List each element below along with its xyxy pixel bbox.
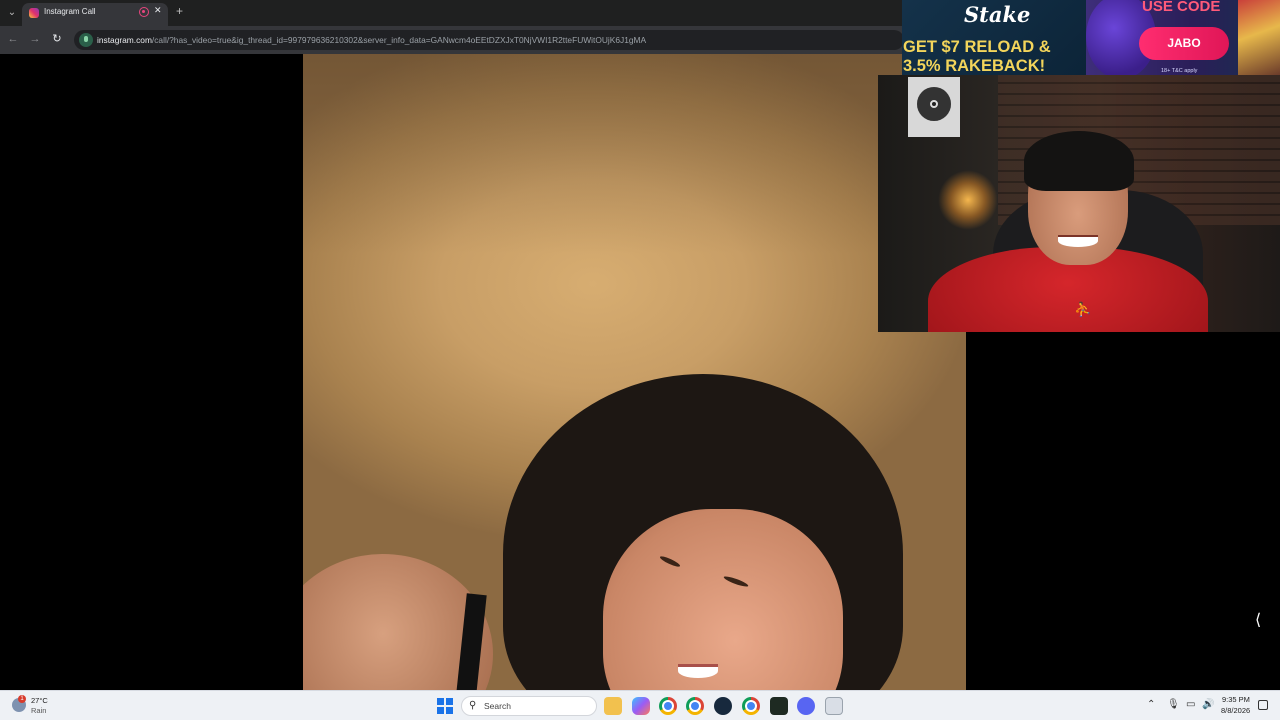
sponsor-banner: Stake GET $7 RELOAD & 3.5% RAKEBACK! USE… bbox=[902, 0, 1280, 75]
close-icon[interactable]: ✕ bbox=[154, 5, 162, 16]
discord-icon[interactable] bbox=[797, 697, 815, 715]
video-person-mouth bbox=[678, 664, 718, 678]
network-icon[interactable]: ▭ bbox=[1186, 699, 1195, 710]
windows-start-icon[interactable] bbox=[437, 698, 453, 714]
streamer-smile bbox=[1058, 235, 1098, 247]
back-arrow-icon[interactable]: ← bbox=[6, 32, 20, 46]
webcam-overlay: ⛹ bbox=[878, 75, 1280, 332]
remote-video-feed[interactable] bbox=[303, 54, 966, 690]
steam-icon[interactable] bbox=[714, 697, 732, 715]
chevron-left-icon[interactable]: ⟨ bbox=[1255, 610, 1261, 630]
chrome-icon[interactable] bbox=[659, 697, 677, 715]
video-wall-shade bbox=[303, 54, 966, 254]
new-tab-button[interactable]: + bbox=[176, 5, 183, 17]
chrome-icon[interactable] bbox=[742, 697, 760, 715]
search-icon: ⚲ bbox=[469, 700, 477, 711]
ad-legal-text: 18+ T&C apply bbox=[1161, 68, 1198, 74]
video-person-face bbox=[603, 509, 843, 690]
vinyl-record-decor bbox=[908, 77, 960, 137]
ad-right-panel: USE CODE JABO 18+ T&C apply bbox=[1086, 0, 1280, 75]
notification-icon[interactable] bbox=[1258, 700, 1268, 710]
address-host: instagram.com bbox=[97, 35, 152, 45]
address-url[interactable]: instagram.com/call/?has_video=true&ig_th… bbox=[97, 35, 646, 45]
address-bar[interactable]: instagram.com/call/?has_video=true&ig_th… bbox=[74, 30, 904, 50]
clock-date[interactable]: 8/8/2026 bbox=[1221, 706, 1250, 715]
forward-arrow-icon[interactable]: → bbox=[28, 32, 42, 46]
reload-icon[interactable]: ↻ bbox=[50, 32, 64, 46]
tab-search-icon[interactable]: ⌄ bbox=[4, 5, 20, 21]
snipping-tool-icon[interactable] bbox=[825, 697, 843, 715]
recording-icon bbox=[139, 7, 149, 17]
ad-headline-line2: 3.5% RAKEBACK! bbox=[903, 57, 1046, 75]
ad-headline: GET $7 RELOAD & 3.5% RAKEBACK! bbox=[903, 38, 1087, 75]
streamer-hair bbox=[1024, 131, 1134, 191]
taskbar: 1 27°C Rain ⚲ Search ⌃ 🎙 ▭ 🔊 9:35 PM 8/8… bbox=[0, 690, 1280, 720]
ad-promo-code: JABO bbox=[1167, 36, 1201, 50]
chrome-icon[interactable] bbox=[686, 697, 704, 715]
file-explorer-icon[interactable] bbox=[604, 697, 622, 715]
taskbar-search-input[interactable]: ⚲ Search bbox=[461, 696, 597, 716]
weather-temperature[interactable]: 27°C bbox=[31, 696, 48, 705]
search-placeholder: Search bbox=[484, 701, 511, 711]
ad-left-panel: Stake GET $7 RELOAD & 3.5% RAKEBACK! bbox=[902, 0, 1086, 75]
clock-time[interactable]: 9:35 PM bbox=[1222, 695, 1250, 704]
weather-badge: 1 bbox=[18, 695, 26, 703]
copilot-icon[interactable] bbox=[632, 697, 650, 715]
weather-description[interactable]: Rain bbox=[31, 706, 46, 715]
address-path: /call/?has_video=true&ig_thread_id=99797… bbox=[151, 35, 647, 45]
webcam-lamp-glow bbox=[938, 170, 998, 230]
ad-headline-line1: GET $7 RELOAD & bbox=[903, 38, 1051, 56]
tab-instagram-call[interactable]: Instagram Call ✕ bbox=[22, 3, 168, 26]
volume-icon[interactable]: 🔊 bbox=[1202, 699, 1214, 710]
instagram-icon bbox=[29, 8, 39, 18]
microphone-icon[interactable] bbox=[79, 33, 93, 47]
tab-title: Instagram Call bbox=[44, 7, 96, 16]
chevron-up-icon[interactable]: ⌃ bbox=[1147, 699, 1155, 710]
ad-use-code-label: USE CODE bbox=[1142, 0, 1221, 15]
screen: ⌄ Instagram Call ✕ + ← → ↻ instagram.com… bbox=[0, 0, 1280, 720]
ad-promo-code-button: JABO bbox=[1139, 27, 1229, 60]
ad-cards-graphic bbox=[1238, 0, 1280, 75]
stake-logo: Stake bbox=[964, 2, 1031, 27]
microphone-icon[interactable]: 🎙 bbox=[1167, 699, 1180, 710]
jordan-logo-icon: ⛹ bbox=[1074, 301, 1092, 317]
terminal-icon[interactable] bbox=[770, 697, 788, 715]
